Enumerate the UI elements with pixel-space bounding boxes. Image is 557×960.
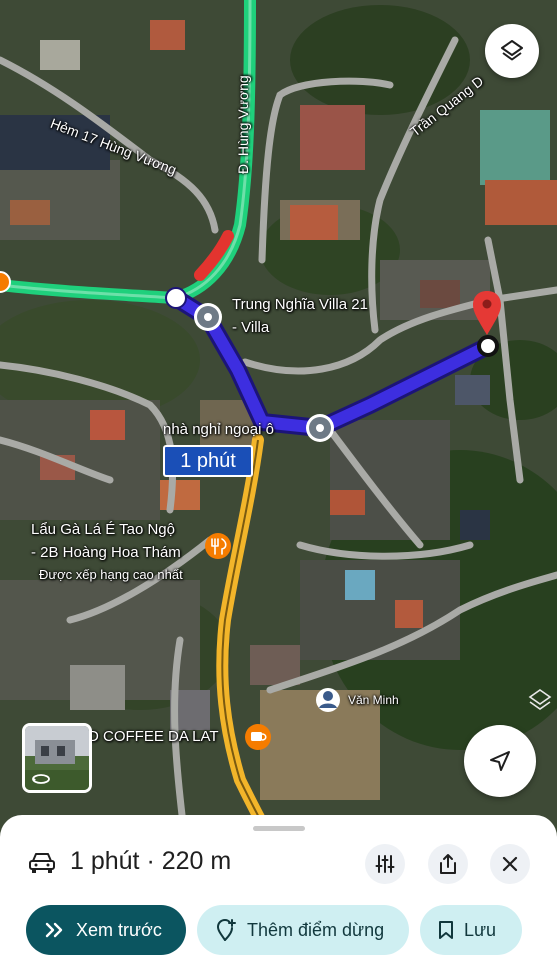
- options-sliders-icon: [375, 855, 395, 873]
- route-summary-text: 1 phút · 220 m: [70, 847, 232, 875]
- car-icon: [29, 852, 55, 873]
- streetview-rotate-icon: [32, 774, 50, 784]
- add-stop-button-label: Thêm điểm dừng: [247, 919, 385, 940]
- share-button[interactable]: [428, 844, 468, 884]
- villa-label-line2[interactable]: - Villa: [232, 319, 269, 336]
- layers-button[interactable]: [485, 24, 539, 78]
- navigate-button[interactable]: [464, 725, 536, 797]
- close-icon: [502, 856, 518, 872]
- route-summary: 1 phút · 220 m: [28, 847, 231, 876]
- street-label-hung-vuong: Đ. Hùng Vương: [235, 75, 251, 174]
- restaurant-label-line1[interactable]: Lẩu Gà Lá É Tao Ngộ: [31, 521, 175, 538]
- double-chevron-right-icon: [45, 922, 63, 938]
- villa-label-line1[interactable]: Trung Nghĩa Villa 21: [232, 296, 368, 313]
- villa-place-marker[interactable]: [194, 303, 222, 331]
- preview-button[interactable]: Xem trước: [26, 905, 186, 955]
- route-options-button[interactable]: [365, 844, 405, 884]
- share-icon: [440, 854, 456, 874]
- save-button-label: Lưu: [464, 919, 497, 940]
- sheet-drag-handle[interactable]: [253, 826, 305, 831]
- streetview-thumbnail[interactable]: [22, 723, 92, 793]
- origin-marker: [165, 287, 187, 309]
- close-button[interactable]: [490, 844, 530, 884]
- guesthouse-label[interactable]: nhà nghỉ ngoại ô: [163, 421, 274, 438]
- add-stop-button[interactable]: Thêm điểm dừng: [197, 905, 409, 955]
- restaurant-label-line2[interactable]: - 2B Hoàng Hoa Thám: [31, 544, 181, 561]
- coffee-label[interactable]: D COFFEE DA LAT: [88, 728, 219, 745]
- user-avatar[interactable]: [316, 688, 340, 712]
- user-name-label: Văn Minh: [348, 693, 399, 707]
- restaurant-poi-icon[interactable]: [205, 533, 231, 559]
- bookmark-icon: [439, 921, 453, 939]
- route-bottom-sheet[interactable]: 1 phút · 220 m Xem trước Thêm điểm dừng: [0, 815, 557, 960]
- preview-button-label: Xem trước: [76, 919, 162, 940]
- destination-dot: [477, 335, 499, 357]
- map-view[interactable]: Hẻm 17 Hùng Vương Đ. Hùng Vương Trần Qua…: [0, 0, 557, 846]
- save-button[interactable]: Lưu: [420, 905, 522, 955]
- add-stop-pin-icon: [217, 919, 236, 941]
- layers-icon: [501, 40, 523, 61]
- guesthouse-place-marker[interactable]: [306, 414, 334, 442]
- coffee-poi-icon[interactable]: [245, 724, 271, 750]
- navigation-arrow-icon: [490, 751, 510, 771]
- restaurant-rating-label: Được xếp hạng cao nhất: [39, 567, 183, 582]
- route-duration-badge: 1 phút: [163, 445, 253, 477]
